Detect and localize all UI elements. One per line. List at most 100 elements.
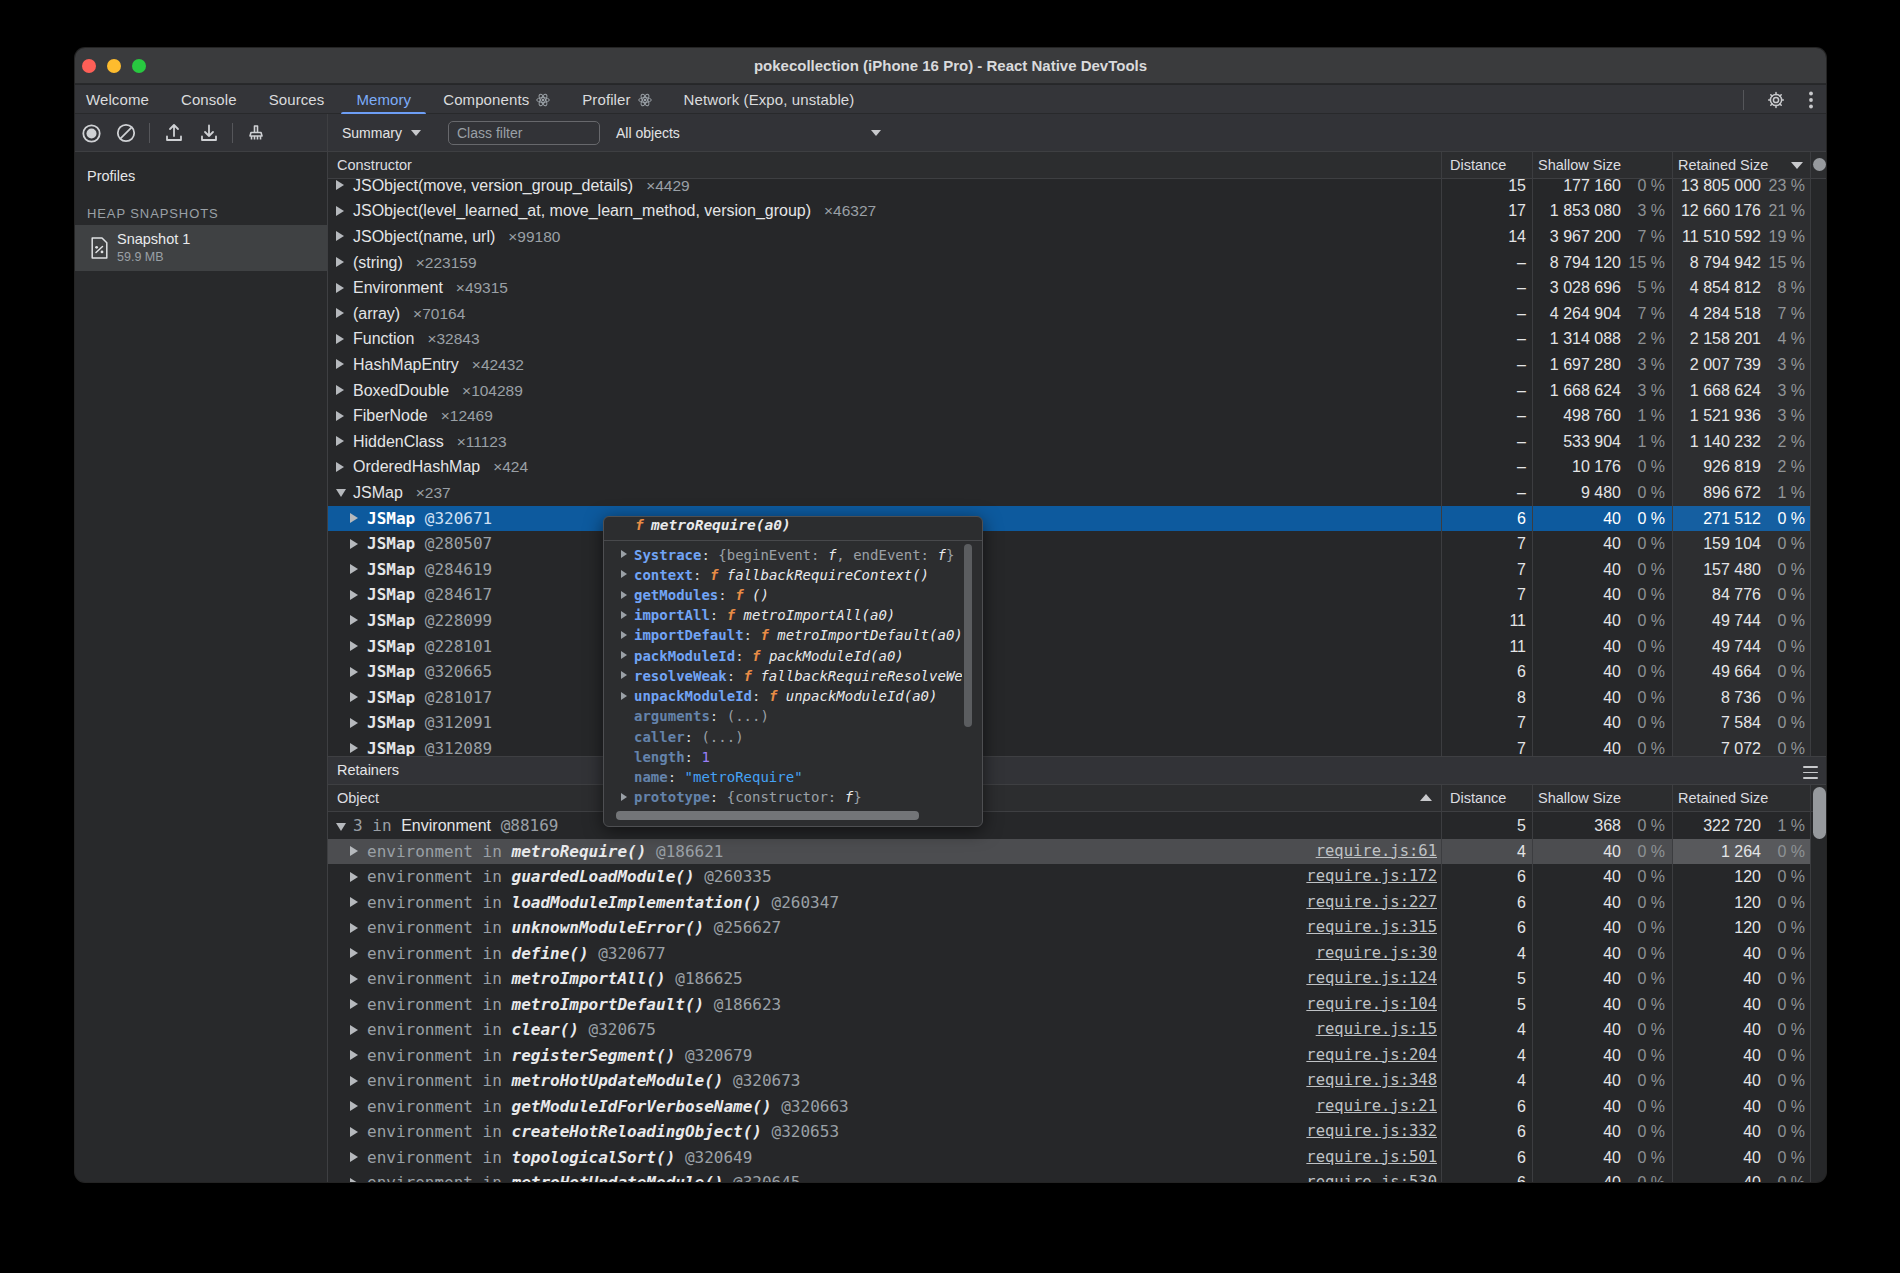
retainer-row[interactable]: environment in metroHotUpdateModule() @3…: [328, 1068, 1811, 1094]
tree-expanded-icon[interactable]: [336, 489, 346, 497]
tree-collapsed-icon[interactable]: [350, 590, 358, 600]
constructor-row[interactable]: Environment×49315–3 028 6965 %4 854 8128…: [328, 275, 1811, 301]
tab-network-expo-unstable[interactable]: Network (Expo, unstable): [668, 85, 871, 114]
source-link[interactable]: require.js:204: [1306, 1043, 1437, 1069]
retainer-row[interactable]: environment in registerSegment() @320679…: [328, 1043, 1811, 1069]
col-header-retained-size[interactable]: Retained Size: [1678, 785, 1768, 811]
column-divider[interactable]: [1441, 152, 1442, 756]
column-divider[interactable]: [1672, 152, 1673, 756]
tree-collapsed-icon[interactable]: [350, 692, 358, 702]
source-link[interactable]: require.js:227: [1306, 890, 1437, 916]
constructor-row[interactable]: JSMap @3120917400 %7 5840 %: [328, 710, 1811, 736]
tree-collapsed-icon[interactable]: [336, 334, 344, 344]
tree-collapsed-icon[interactable]: [350, 897, 358, 907]
constructor-row[interactable]: JSMap @2846177400 %84 7760 %: [328, 582, 1811, 608]
source-link[interactable]: require.js:348: [1306, 1068, 1437, 1094]
tree-collapsed-icon[interactable]: [336, 308, 344, 318]
tree-collapsed-icon[interactable]: [350, 1152, 358, 1162]
tree-collapsed-icon[interactable]: [350, 923, 358, 933]
sidebar-item-snapshot[interactable]: Snapshot 1 59.9 MB: [75, 225, 328, 271]
source-link[interactable]: require.js:172: [1306, 864, 1437, 890]
tooltip-property-row[interactable]: prototype: {constructor: f}: [604, 787, 962, 807]
retainer-row[interactable]: environment in clear() @320675require.js…: [328, 1017, 1811, 1043]
tooltip-vscrollbar[interactable]: [964, 544, 972, 727]
tree-collapsed-icon[interactable]: [350, 718, 358, 728]
clear-profiles-icon[interactable]: [115, 122, 137, 144]
constructor-row[interactable]: JSMap @22810111400 %49 7440 %: [328, 634, 1811, 660]
source-link[interactable]: require.js:315: [1306, 915, 1437, 941]
constructor-row[interactable]: BoxedDouble×104289–1 668 6243 %1 668 624…: [328, 378, 1811, 404]
tooltip-property-row[interactable]: unpackModuleId: f unpackModuleId(a0): [604, 686, 962, 706]
tree-collapsed-icon[interactable]: [350, 999, 358, 1009]
tree-collapsed-icon[interactable]: [350, 564, 358, 574]
tree-collapsed-icon[interactable]: [350, 1101, 358, 1111]
tree-collapsed-icon[interactable]: [336, 231, 344, 241]
settings-gear-icon[interactable]: [1756, 85, 1796, 114]
load-profile-icon[interactable]: [163, 122, 185, 144]
source-link[interactable]: require.js:332: [1306, 1119, 1437, 1145]
tree-collapsed-icon[interactable]: [350, 513, 358, 523]
record-heap-snapshot-icon[interactable]: [80, 122, 102, 144]
class-filter-input[interactable]: Class filter: [448, 121, 600, 145]
tree-collapsed-icon[interactable]: [336, 411, 344, 421]
tree-collapsed-icon[interactable]: [350, 1178, 358, 1183]
scrollbar-thumb[interactable]: [1813, 158, 1826, 171]
tab-memory[interactable]: Memory: [340, 85, 427, 114]
tree-collapsed-icon[interactable]: [336, 257, 344, 267]
tab-welcome[interactable]: Welcome: [75, 85, 165, 114]
constructor-row[interactable]: (string)×223159–8 794 12015 %8 794 94215…: [328, 250, 1811, 276]
column-divider[interactable]: [1532, 152, 1533, 756]
tree-collapsed-icon[interactable]: [350, 872, 358, 882]
constructor-row[interactable]: JSMap @3206656400 %49 6640 %: [328, 659, 1811, 685]
retainer-row[interactable]: environment in getModuleIdForVerboseName…: [328, 1094, 1811, 1120]
clear-garbage-brush-icon[interactable]: [245, 122, 267, 144]
tooltip-property-row[interactable]: getModules: f (): [604, 585, 962, 605]
tree-collapsed-icon[interactable]: [350, 641, 358, 651]
source-link[interactable]: require.js:15: [1316, 1017, 1437, 1043]
constructor-row[interactable]: (array)×70164–4 264 9047 %4 284 5187 %: [328, 301, 1811, 327]
constructor-row[interactable]: OrderedHashMap×424–10 1760 %926 8192 %: [328, 454, 1811, 480]
column-divider[interactable]: [1672, 785, 1673, 1182]
tooltip-property-row[interactable]: importDefault: f metroImportDefault(a0): [604, 625, 962, 645]
retainer-row[interactable]: environment in metroImportDefault() @186…: [328, 992, 1811, 1018]
constructor-row[interactable]: JSMap @2846197400 %157 4800 %: [328, 557, 1811, 583]
tooltip-hscrollbar[interactable]: [616, 811, 919, 820]
source-link[interactable]: require.js:21: [1316, 1094, 1437, 1120]
retainer-row[interactable]: environment in metroRequire() @186621req…: [328, 839, 1811, 865]
objects-scope-select[interactable]: All objects: [608, 114, 889, 152]
tree-collapsed-icon[interactable]: [350, 743, 358, 753]
source-link[interactable]: require.js:61: [1316, 839, 1437, 865]
source-link[interactable]: require.js:104: [1306, 992, 1437, 1018]
retainer-row[interactable]: environment in metroHotUpdateModule() @3…: [328, 1170, 1811, 1182]
tree-collapsed-icon[interactable]: [350, 974, 358, 984]
constructor-row[interactable]: JSMap @3120897400 %7 0720 %: [328, 736, 1811, 756]
tree-collapsed-icon[interactable]: [336, 385, 344, 395]
tree-collapsed-icon[interactable]: [350, 1025, 358, 1035]
retainer-row[interactable]: environment in define() @320677require.j…: [328, 941, 1811, 967]
constructor-row[interactable]: JSObject(move, version_group_details)×44…: [328, 179, 1811, 198]
tooltip-property-row[interactable]: resolveWeak: f fallbackRequireResolveWea…: [604, 666, 962, 686]
kebab-menu-icon[interactable]: [1796, 85, 1826, 114]
constructor-row[interactable]: FiberNode×12469–498 7601 %1 521 9363 %: [328, 403, 1811, 429]
constructor-row[interactable]: JSMap @2810178400 %8 7360 %: [328, 685, 1811, 711]
constructor-row[interactable]: JSMap @3206716400 %271 5120 %: [328, 506, 1811, 532]
source-link[interactable]: require.js:501: [1306, 1145, 1437, 1171]
retainer-row[interactable]: 3 in Environment @8816953680 %322 7201 %: [328, 813, 1811, 839]
constructor-row[interactable]: HashMapEntry×42432–1 697 2803 %2 007 739…: [328, 352, 1811, 378]
tree-collapsed-icon[interactable]: [336, 283, 344, 293]
constructor-row[interactable]: Function×32843–1 314 0882 %2 158 2014 %: [328, 326, 1811, 352]
constructor-row[interactable]: JSObject(level_learned_at, move_learn_me…: [328, 198, 1811, 224]
tooltip-property-row[interactable]: context: f fallbackRequireContext(): [604, 565, 962, 585]
col-header-distance[interactable]: Distance: [1450, 785, 1506, 811]
tab-components[interactable]: Components: [427, 85, 566, 114]
col-header-object[interactable]: Object: [337, 785, 379, 811]
constructor-row[interactable]: JSObject(name, url)×99180143 967 2007 %1…: [328, 224, 1811, 250]
tooltip-property-row[interactable]: importAll: f metroImportAll(a0): [604, 605, 962, 625]
col-header-constructor[interactable]: Constructor: [337, 152, 412, 178]
tree-collapsed-icon[interactable]: [350, 846, 358, 856]
source-link[interactable]: require.js:530: [1306, 1170, 1437, 1182]
col-header-shallow-size[interactable]: Shallow Size: [1538, 152, 1621, 178]
retainer-row[interactable]: environment in topologicalSort() @320649…: [328, 1145, 1811, 1171]
col-header-shallow-size[interactable]: Shallow Size: [1538, 785, 1621, 811]
constructor-row[interactable]: HiddenClass×11123–533 9041 %1 140 2322 %: [328, 429, 1811, 455]
